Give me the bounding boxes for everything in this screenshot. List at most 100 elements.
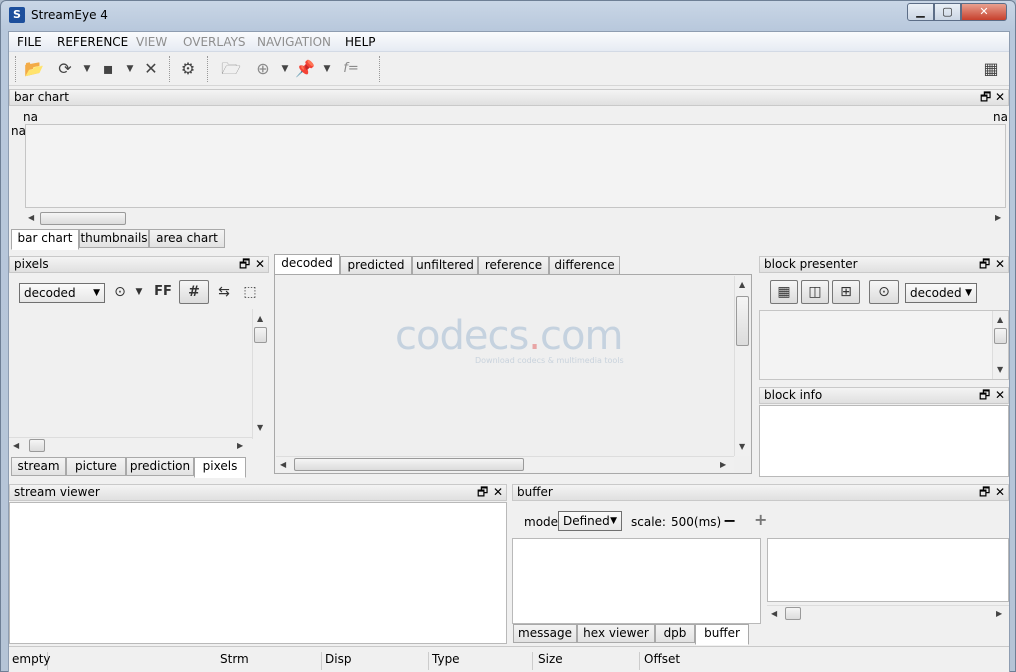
scroll-thumb[interactable] [40,212,126,225]
menu-reference[interactable]: REFERENCE [57,35,128,49]
close-panel-icon[interactable]: ✕ [995,257,1005,272]
menu-navigation[interactable]: NAVIGATION [257,35,331,49]
scroll-down-icon[interactable]: ▼ [739,442,745,452]
tab-decoded[interactable]: decoded [274,254,340,275]
scroll-thumb[interactable] [254,327,267,343]
close-file-icon[interactable]: ✕ [139,57,163,81]
float-panel-icon[interactable]: 🗗 [980,90,991,105]
tab-unfiltered[interactable]: unfiltered [412,256,478,275]
title-bar[interactable]: S StreamEye 4 ▁ ▢ ✕ [1,1,1016,31]
pixels-mode-dropdown[interactable]: decoded ▼ [19,283,105,303]
float-panel-icon[interactable]: 🗗 [239,257,250,272]
minimize-button[interactable]: ▁ [907,3,934,21]
scroll-down-icon[interactable]: ▼ [257,423,263,433]
reference-dropdown-icon[interactable]: ▼ [279,57,291,81]
close-panel-icon[interactable]: ✕ [995,485,1005,500]
tab-dpb[interactable]: dpb [655,624,695,643]
open-folder-icon[interactable]: 📂 [22,57,46,81]
block-info-view[interactable] [759,405,1009,477]
grid-menu-icon[interactable]: ▦ [979,57,1003,81]
close-panel-icon[interactable]: ✕ [493,485,503,500]
tab-reference[interactable]: reference [478,256,549,275]
block-presenter-view[interactable]: ▲ ▼ [759,310,1009,380]
refresh-icon[interactable]: ⟳ [53,57,77,81]
scale-decrease-button[interactable]: − [723,511,736,530]
scroll-thumb[interactable] [994,328,1007,344]
formula-icon[interactable]: f= [339,57,363,81]
scroll-right-icon[interactable]: ▶ [720,460,726,470]
swap-arrows-icon[interactable]: ⇆ [213,281,235,305]
scroll-thumb[interactable] [29,439,45,452]
tab-stream[interactable]: stream [11,457,66,476]
scroll-thumb[interactable] [785,607,801,620]
tab-buffer[interactable]: buffer [695,624,749,645]
menu-view[interactable]: VIEW [136,35,167,49]
block-grid-icon[interactable]: ▦ [770,280,798,304]
maximize-button[interactable]: ▢ [934,3,961,21]
stream-viewer-view[interactable] [9,502,507,644]
float-panel-icon[interactable]: 🗗 [979,388,990,403]
grid-hash-icon[interactable]: # [179,280,209,304]
pin-icon[interactable]: 📌 [293,57,317,81]
scroll-thumb[interactable] [736,296,749,346]
float-panel-icon[interactable]: 🗗 [979,485,990,500]
tab-prediction[interactable]: prediction [126,457,194,476]
tab-pixels[interactable]: pixels [194,457,246,478]
scroll-up-icon[interactable]: ▲ [257,314,263,324]
bar-chart-canvas[interactable] [25,124,1006,208]
buffer-graph-view[interactable] [512,538,761,624]
tab-picture[interactable]: picture [66,457,126,476]
pixels-hscrollbar[interactable]: ◀ ▶ [9,437,252,453]
menu-overlays[interactable]: OVERLAYS [183,35,246,49]
tab-difference[interactable]: difference [549,256,620,275]
tab-hex-viewer[interactable]: hex viewer [577,624,655,643]
block-zoom-icon[interactable]: ◫ [801,280,829,304]
block-presenter-mode-dropdown[interactable]: decoded ▼ [905,283,977,303]
tab-message[interactable]: message [513,624,577,643]
settings-gear-icon[interactable]: ⚙ [176,57,200,81]
scroll-up-icon[interactable]: ▲ [997,315,1003,325]
scroll-thumb[interactable] [294,458,524,471]
scroll-right-icon[interactable]: ▶ [996,609,1002,619]
decoded-view[interactable]: codecs.com Download codecs & multimedia … [274,274,752,474]
tab-thumbnails[interactable]: thumbnails [79,229,149,248]
scroll-left-icon[interactable]: ◀ [13,441,19,451]
scroll-left-icon[interactable]: ◀ [28,213,34,223]
scroll-up-icon[interactable]: ▲ [739,280,745,290]
pin-dropdown-icon[interactable]: ▼ [321,57,333,81]
close-window-button[interactable]: ✕ [961,3,1007,21]
scroll-right-icon[interactable]: ▶ [995,213,1001,223]
refresh-dropdown-icon[interactable]: ▼ [81,57,93,81]
tab-predicted[interactable]: predicted [340,256,412,275]
float-panel-icon[interactable]: 🗗 [979,257,990,272]
tab-bar-chart[interactable]: bar chart [11,229,79,250]
close-panel-icon[interactable]: ✕ [255,257,265,272]
close-panel-icon[interactable]: ✕ [995,388,1005,403]
menu-help[interactable]: HELP [345,35,376,49]
block-presenter-vscrollbar[interactable]: ▲ ▼ [992,311,1008,379]
buffer-hscrollbar[interactable]: ◀ ▶ [767,605,1009,621]
save-dropdown-icon[interactable]: ▼ [124,57,136,81]
close-panel-icon[interactable]: ✕ [995,90,1005,105]
buffer-mode-dropdown[interactable]: Defined ▼ [558,511,622,531]
scale-increase-button[interactable]: + [754,510,767,529]
scroll-left-icon[interactable]: ◀ [280,460,286,470]
scroll-down-icon[interactable]: ▼ [997,365,1003,375]
pixels-vscrollbar[interactable]: ▲ ▼ [252,309,268,439]
bar-chart-hscrollbar[interactable]: ◀ ▶ [25,210,1006,226]
decoded-vscrollbar[interactable]: ▲ ▼ [734,276,750,456]
menu-file[interactable]: FILE [17,35,42,49]
color-components-icon[interactable]: ⊙ [109,281,131,305]
scroll-left-icon[interactable]: ◀ [771,609,777,619]
ff-format-button[interactable]: FF [149,281,177,305]
scroll-right-icon[interactable]: ▶ [237,441,243,451]
pixels-view[interactable] [9,309,269,439]
select-block-icon[interactable]: ⬚ [239,281,261,305]
block-split-icon[interactable]: ⊞ [832,280,860,304]
save-icon[interactable]: ▪ [96,57,120,81]
block-color-icon[interactable]: ⊙ [869,280,899,304]
open-reference-icon[interactable]: 🗁 [219,57,243,81]
color-dropdown-icon[interactable]: ▼ [133,281,145,305]
float-panel-icon[interactable]: 🗗 [477,485,488,500]
tab-area-chart[interactable]: area chart [149,229,225,248]
